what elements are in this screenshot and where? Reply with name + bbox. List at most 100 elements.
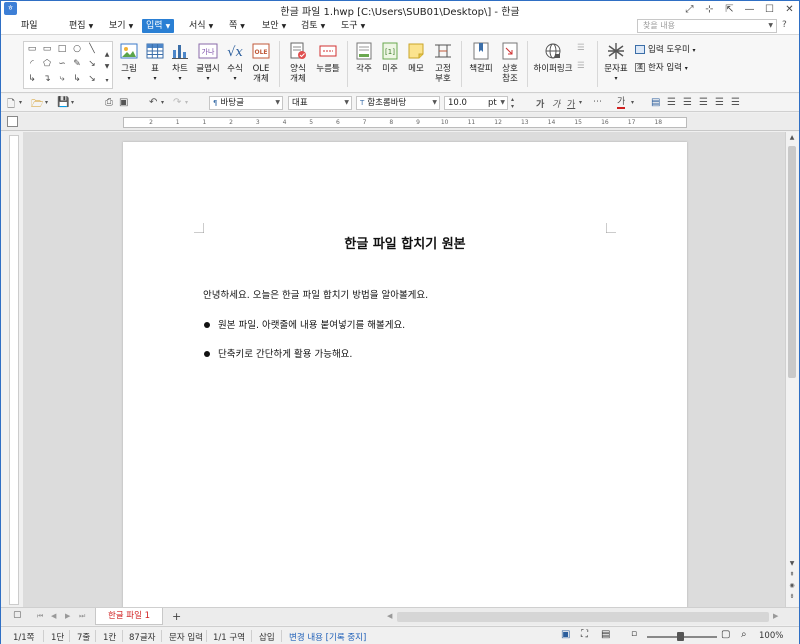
font-color-button[interactable]: 가 bbox=[617, 97, 626, 109]
view-page-icon[interactable]: ▣ bbox=[561, 629, 570, 640]
insert-hyperlink-button[interactable]: 하이퍼링크 bbox=[533, 41, 573, 74]
new-doc-caret-icon[interactable]: ▾ bbox=[19, 99, 22, 106]
insert-click-field-button[interactable]: 누름틀 bbox=[315, 41, 341, 74]
new-doc-icon[interactable]: 🗋 bbox=[7, 97, 15, 114]
gallery-up-icon[interactable]: ▲ bbox=[101, 50, 113, 60]
insert-formula-button[interactable]: √x 수식 ▾ bbox=[223, 41, 247, 84]
arrow-shape-icon[interactable]: ↘ bbox=[86, 59, 98, 69]
add-tab-button[interactable]: + bbox=[172, 610, 181, 623]
connector2-icon[interactable]: ↴ bbox=[41, 74, 53, 84]
input-helper-button[interactable]: 입력 도우미 ▾ bbox=[635, 43, 696, 55]
underline-button[interactable]: 가 bbox=[567, 97, 575, 110]
scroll-down-icon[interactable]: ▼ bbox=[786, 558, 798, 569]
lang-select[interactable]: 대표 ▼ bbox=[288, 96, 352, 110]
open-caret-icon[interactable]: ▾ bbox=[45, 99, 48, 106]
layout-icon[interactable]: ⊹ bbox=[704, 4, 715, 15]
undo-caret-icon[interactable]: ▾ bbox=[161, 99, 164, 106]
find-input[interactable]: 찾을 내용 ▼ bbox=[637, 19, 777, 33]
menu-tools[interactable]: 도구 ▼ bbox=[337, 19, 369, 33]
scroll-up-icon[interactable]: ▲ bbox=[786, 132, 798, 143]
horizontal-ruler[interactable]: 2 1 1 2 3 4 5 6 7 8 9 10 11 12 13 14 15 16 17 18 bbox=[123, 117, 687, 128]
hanja-input-button[interactable]: 漢 한자 입력 ▾ bbox=[635, 61, 688, 73]
menu-security[interactable]: 보안 ▼ bbox=[258, 19, 290, 33]
tab-first-icon[interactable]: ⏮ bbox=[37, 612, 43, 621]
goto-icon[interactable]: ◉ bbox=[786, 580, 798, 591]
zoom-slider-knob[interactable] bbox=[677, 632, 684, 641]
bullet-item[interactable]: 단축키로 간단하게 활용 가능해요. bbox=[218, 346, 352, 360]
menu-format[interactable]: 서식 ▼ bbox=[185, 19, 217, 33]
insert-picture-button[interactable]: 그림 ▾ bbox=[117, 41, 141, 84]
rect-shape-icon[interactable]: □ bbox=[56, 44, 68, 54]
ellipse-shape-icon[interactable]: ○ bbox=[71, 44, 83, 54]
horizontal-scrollbar[interactable] bbox=[397, 612, 769, 622]
status-input-mode[interactable]: 문자 입력 bbox=[169, 631, 203, 643]
restore-ribbon-icon[interactable]: ⇱ bbox=[724, 4, 735, 15]
insert-chart-button[interactable]: 차트 ▾ bbox=[168, 41, 192, 84]
insert-endnote-button[interactable]: [1] 미주 bbox=[379, 41, 401, 74]
menu-page[interactable]: 쪽 ▼ bbox=[225, 19, 249, 33]
menu-review[interactable]: 검토 ▼ bbox=[297, 19, 329, 33]
status-page[interactable]: 1/1쪽 bbox=[13, 631, 35, 643]
insert-form-button[interactable]: 양식 개체 bbox=[286, 41, 310, 84]
textbox-shape-icon[interactable]: ▭ bbox=[26, 44, 38, 54]
connector4-icon[interactable]: ↳ bbox=[71, 74, 83, 84]
undo-icon[interactable]: ↶ bbox=[149, 97, 157, 108]
insert-fixed-symbol-button[interactable]: 고정 부호 bbox=[431, 41, 455, 84]
insert-table-button[interactable]: 표 ▾ bbox=[145, 41, 165, 84]
align-left-icon[interactable]: ☰ bbox=[667, 97, 676, 108]
document-page[interactable]: 한글 파일 합치기 원본 안녕하세요. 오늘은 한글 파일 합치기 방법을 알아… bbox=[123, 142, 687, 607]
style-select[interactable]: ¶ 바탕글 ▼ bbox=[209, 96, 283, 110]
vertical-ruler[interactable] bbox=[9, 135, 19, 605]
minimize-icon[interactable]: — bbox=[744, 4, 755, 15]
document-paragraph[interactable]: 안녕하세요. 오늘은 한글 파일 합치기 방법을 알아볼게요. bbox=[203, 287, 428, 301]
line-shape-icon[interactable]: ╲ bbox=[86, 44, 98, 54]
align-right-icon[interactable]: ☰ bbox=[699, 97, 708, 108]
zoom-level[interactable]: 100% bbox=[759, 631, 783, 641]
hscroll-right-icon[interactable]: ▶ bbox=[773, 612, 778, 620]
ruler-corner-icon[interactable] bbox=[7, 116, 18, 127]
insert-wordart-button[interactable]: 가나 글맵시 ▾ bbox=[195, 41, 221, 84]
save-icon[interactable]: 💾 bbox=[57, 97, 69, 108]
align-center-icon[interactable]: ☰ bbox=[683, 97, 692, 108]
insert-bookmark-button[interactable]: 책갈피 bbox=[467, 41, 495, 74]
arc-shape-icon[interactable]: ◜ bbox=[26, 59, 38, 69]
print-icon[interactable]: ⎙ bbox=[105, 97, 113, 108]
zoom-search-icon[interactable]: ⌕ bbox=[741, 629, 747, 640]
menu-edit[interactable]: 편집 ▼ bbox=[65, 19, 97, 33]
tab-last-icon[interactable]: ⏭ bbox=[79, 612, 85, 621]
italic-button[interactable]: 가 bbox=[552, 97, 560, 110]
insert-footnote-button[interactable]: 각주 bbox=[353, 41, 375, 74]
more-format-icon[interactable]: ⋯ bbox=[593, 97, 602, 107]
size-up-icon[interactable]: ▴ bbox=[511, 96, 514, 103]
tab-prev-icon[interactable]: ◀ bbox=[51, 612, 56, 620]
bullet-item[interactable]: 원본 파일. 아랫줄에 내용 붙여넣기를 해볼게요. bbox=[218, 317, 405, 331]
connector5-icon[interactable]: ↘ bbox=[86, 74, 98, 84]
align-divide-icon[interactable]: ☰ bbox=[731, 97, 740, 108]
insert-cross-ref-button[interactable]: 상호 참조 bbox=[499, 41, 521, 84]
help-icon[interactable]: ? bbox=[782, 20, 787, 30]
maximize-icon[interactable]: ☐ bbox=[764, 4, 775, 15]
save-caret-icon[interactable]: ▾ bbox=[71, 99, 74, 106]
document-canvas[interactable]: 한글 파일 합치기 원본 안녕하세요. 오늘은 한글 파일 합치기 방법을 알아… bbox=[23, 132, 785, 607]
insert-char-map-button[interactable]: 문자표 ▾ bbox=[603, 41, 629, 84]
hscroll-left-icon[interactable]: ◀ bbox=[387, 612, 392, 620]
redo-caret-icon[interactable]: ▾ bbox=[185, 99, 188, 106]
align-distribute-icon[interactable]: ☰ bbox=[715, 97, 724, 108]
connector1-icon[interactable]: ↳ bbox=[26, 74, 38, 84]
view-multi-icon[interactable]: ▤ bbox=[601, 629, 610, 640]
tab-list-icon[interactable]: ▢ bbox=[13, 610, 22, 620]
gallery-more-icon[interactable]: ▾ bbox=[101, 76, 113, 86]
shapes-gallery[interactable]: ▭ ▭ □ ○ ╲ ◜ ⬠ ∽ ✎ ↘ ↳ ↴ ⤷ ↳ ↘ ▲ ▼ ▾ bbox=[23, 41, 113, 89]
menu-view[interactable]: 보기 ▼ bbox=[105, 19, 137, 33]
underline-caret-icon[interactable]: ▾ bbox=[579, 99, 582, 106]
scroll-thumb[interactable] bbox=[788, 146, 796, 378]
page-up-icon[interactable]: ⇞ bbox=[786, 569, 798, 580]
connector3-icon[interactable]: ⤷ bbox=[56, 74, 68, 84]
fullscreen-icon[interactable]: ⤢ bbox=[684, 4, 695, 15]
redo-icon[interactable]: ↷ bbox=[173, 97, 181, 108]
close-icon[interactable]: ✕ bbox=[784, 4, 795, 15]
curve-shape-icon[interactable]: ∽ bbox=[56, 59, 68, 69]
status-track-changes[interactable]: 변경 내용 [기록 중지] bbox=[289, 631, 366, 643]
gallery-down-icon[interactable]: ▼ bbox=[101, 62, 113, 72]
align-justify-icon[interactable]: ▤ bbox=[651, 97, 660, 108]
